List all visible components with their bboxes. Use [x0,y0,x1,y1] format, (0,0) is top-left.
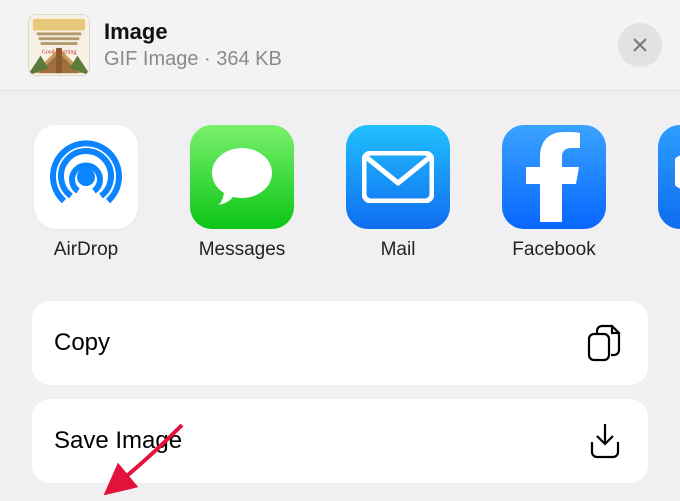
close-button[interactable] [618,23,662,67]
file-subtitle: GIF Image · 364 KB [104,48,618,71]
facebook-icon [502,125,606,229]
file-metadata: Image GIF Image · 364 KB [104,19,618,70]
action-label: Copy [54,329,110,357]
app-label: AirDrop [54,239,118,261]
copy-icon [586,323,622,363]
app-label: Mail [381,239,416,261]
app-partial[interactable]: Z [656,125,680,261]
file-thumbnail: Good Morning [28,14,90,76]
app-airdrop[interactable]: AirDrop [32,125,140,261]
action-copy[interactable]: Copy [32,301,648,385]
messages-icon [190,125,294,229]
file-title: Image [104,19,618,45]
app-facebook[interactable]: Facebook [500,125,608,261]
download-icon [588,422,622,460]
svg-text:Good Morning: Good Morning [42,50,77,56]
app-messages[interactable]: Messages [188,125,296,261]
actions-list: Copy Save Image [0,261,680,483]
mail-icon [346,125,450,229]
action-label: Save Image [54,427,182,455]
airdrop-icon [34,125,138,229]
close-icon [631,36,649,54]
app-mail[interactable]: Mail [344,125,452,261]
share-sheet-header: Good Morning Image GIF Image · 364 KB [0,0,680,91]
app-label: Facebook [512,239,595,261]
app-label: Messages [199,239,286,261]
share-apps-row: AirDrop Messages Mail Facebook [0,91,680,261]
action-save-image[interactable]: Save Image [32,399,648,483]
partial-app-icon [658,125,680,229]
